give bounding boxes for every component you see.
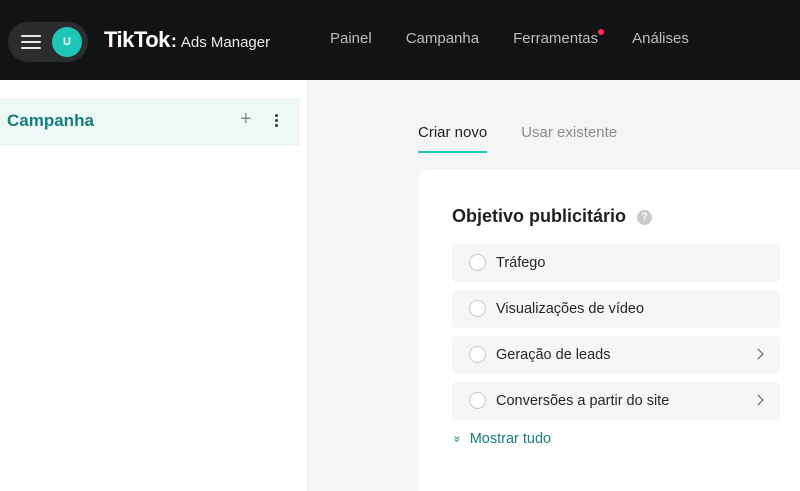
sidebar-item-campanha[interactable]: Campanha + <box>0 98 300 146</box>
objective-options: Tráfego Visualizações de vídeo Geração d… <box>452 244 780 428</box>
radio-button[interactable] <box>469 392 486 409</box>
campaign-sidebar: Campanha + <box>0 80 308 491</box>
objective-title-text: Objetivo publicitário <box>452 206 627 226</box>
option-label: Visualizações de vídeo <box>496 301 645 317</box>
objective-option-visualizacoes-de-video[interactable]: Visualizações de vídeo <box>452 290 780 328</box>
radio-button[interactable] <box>469 346 486 363</box>
top-navigation-bar: U TikTok : Ads Manager Painel Campanha F… <box>0 0 800 80</box>
chevron-right-icon[interactable] <box>752 394 764 406</box>
nav-item-analises[interactable]: Análises <box>632 30 689 47</box>
nav-item-ferramentas-label: Ferramentas <box>513 30 599 47</box>
objective-option-conversoes-site[interactable]: Conversões a partir do site <box>452 382 780 420</box>
show-all-link[interactable]: » Mostrar tudo <box>450 431 552 447</box>
objective-option-geracao-de-leads[interactable]: Geração de leads <box>452 336 780 374</box>
option-label: Geração de leads <box>496 347 611 363</box>
main-nav: Painel Campanha Ferramentas Análises <box>330 29 723 47</box>
avatar[interactable]: U <box>52 27 82 57</box>
tab-usar-existente[interactable]: Usar existente <box>521 124 617 153</box>
radio-button[interactable] <box>469 300 486 317</box>
brand-logo[interactable]: TikTok : Ads Manager <box>104 27 270 53</box>
more-vertical-icon[interactable] <box>270 111 282 131</box>
brand-name: TikTok <box>104 27 170 52</box>
help-icon[interactable]: ? <box>637 209 653 225</box>
brand-product: Ads Manager <box>180 34 271 51</box>
option-label: Conversões a partir do site <box>496 393 670 409</box>
double-chevron-down-icon: » <box>450 435 465 443</box>
option-label: Tráfego <box>496 255 546 271</box>
notification-dot <box>598 29 605 35</box>
show-all-label: Mostrar tudo <box>469 431 552 447</box>
objective-card: Objetivo publicitário ? Tráfego Visualiz… <box>418 170 800 491</box>
nav-item-ferramentas[interactable]: Ferramentas <box>513 29 605 47</box>
radio-button[interactable] <box>469 254 486 271</box>
nav-item-painel[interactable]: Painel <box>330 30 372 47</box>
objective-option-trafego[interactable]: Tráfego <box>452 244 780 282</box>
creation-tabs: Criar novo Usar existente <box>418 124 651 153</box>
add-icon[interactable]: + <box>240 108 252 131</box>
hamburger-menu-icon[interactable] <box>21 35 41 49</box>
chevron-right-icon[interactable] <box>752 348 764 360</box>
tab-criar-novo[interactable]: Criar novo <box>418 124 488 153</box>
nav-item-campanha[interactable]: Campanha <box>406 30 479 47</box>
brand-separator: : <box>170 31 177 51</box>
sidebar-title: Campanha <box>7 111 94 130</box>
objective-title: Objetivo publicitário ? <box>452 206 653 227</box>
account-menu-pill[interactable]: U <box>8 22 88 62</box>
